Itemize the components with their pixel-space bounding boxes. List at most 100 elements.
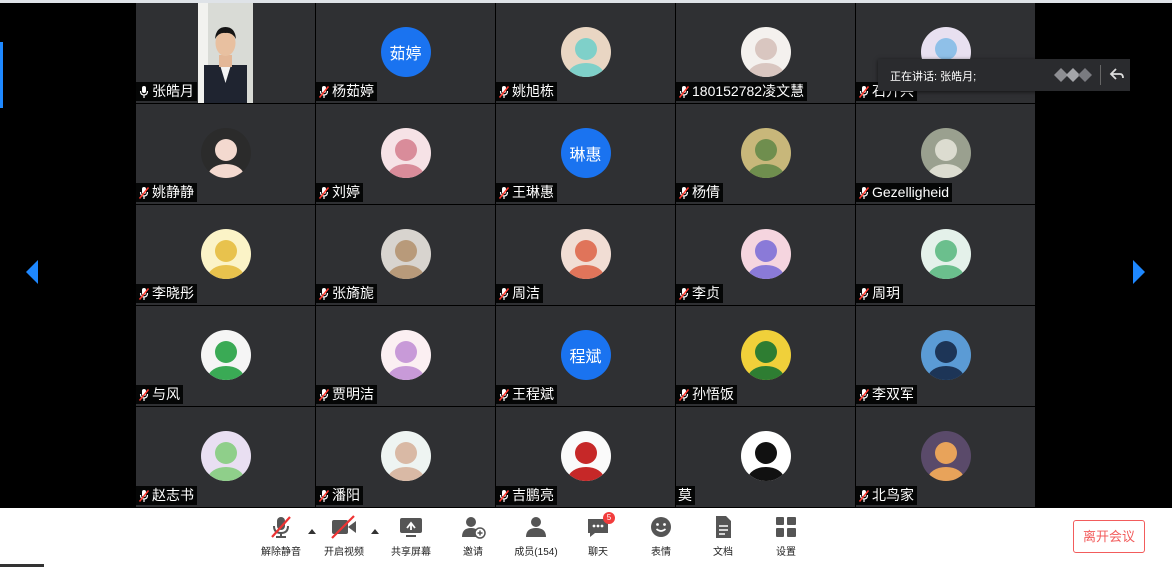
participant-tile[interactable]: 姚静静 <box>136 104 315 204</box>
members-button[interactable]: 成员(154) <box>501 514 571 564</box>
participant-tile[interactable]: 赵志书 <box>136 407 315 507</box>
mic-muted-icon <box>138 388 150 401</box>
start-video-label: 开启视频 <box>324 547 364 558</box>
participant-tile[interactable]: 刘婷 <box>316 104 495 204</box>
mic-muted-icon <box>318 388 330 401</box>
participant-avatar <box>740 27 791 77</box>
participant-tile[interactable]: 贾明洁 <box>316 306 495 406</box>
participant-name: 孙悟饭 <box>692 386 734 402</box>
mic-muted-icon <box>318 85 330 98</box>
participant-nametag: 北鸟家 <box>856 486 917 505</box>
unmute-label: 解除静音 <box>261 547 301 558</box>
participant-tile[interactable]: 北鸟家 <box>856 407 1035 507</box>
participant-tile[interactable]: 张旖旎 <box>316 205 495 305</box>
participant-nametag: 李贞 <box>676 284 723 303</box>
mic-muted-icon <box>858 489 870 502</box>
participant-avatar <box>560 229 611 279</box>
documents-label: 文档 <box>713 547 733 558</box>
share-screen-button[interactable]: 共享屏幕 <box>376 514 446 564</box>
participant-name: 张皓月 <box>152 83 194 99</box>
reactions-label: 表情 <box>651 547 671 558</box>
collapse-banner-icon[interactable] <box>1108 65 1126 83</box>
documents-button[interactable]: 文档 <box>688 514 758 564</box>
participant-avatar <box>380 229 431 279</box>
participant-tile[interactable]: 程斌 王程斌 <box>496 306 675 406</box>
active-speaker-banner: 正在讲话: 张皓月; <box>878 59 1130 91</box>
participant-tile[interactable]: 莫 <box>676 407 855 507</box>
participant-avatar <box>560 27 611 77</box>
participant-nametag: 姚旭栋 <box>496 82 557 101</box>
participant-nametag: 与风 <box>136 385 183 404</box>
participant-nametag: 吉鹏亮 <box>496 486 557 505</box>
participant-tile[interactable]: 琳惠 王琳惠 <box>496 104 675 204</box>
mic-muted-icon <box>138 489 150 502</box>
participant-nametag: Gezelligheid <box>856 183 953 202</box>
start-video-button[interactable]: 开启视频 <box>309 514 379 564</box>
mic-muted-icon <box>678 388 690 401</box>
participant-name: 李双军 <box>872 386 914 402</box>
participant-name: 180152782凌文慧 <box>692 83 805 99</box>
participant-tile[interactable]: 周洁 <box>496 205 675 305</box>
participant-nametag: 周洁 <box>496 284 543 303</box>
participant-tile[interactable]: 杨倩 <box>676 104 855 204</box>
mic-muted-icon <box>498 85 510 98</box>
unmute-button[interactable]: 解除静音 <box>246 514 316 564</box>
participant-avatar <box>740 229 791 279</box>
participant-tile[interactable]: 李双军 <box>856 306 1035 406</box>
mic-muted-icon <box>498 287 510 300</box>
mic-muted-icon <box>858 186 870 199</box>
participant-tile[interactable]: 李贞 <box>676 205 855 305</box>
participant-avatar <box>380 330 431 380</box>
participant-avatar <box>380 128 431 178</box>
layout-grid-icon <box>776 517 796 537</box>
invite-button[interactable]: 邀请 <box>438 514 508 564</box>
participant-avatar <box>200 229 251 279</box>
invite-user-icon <box>462 517 486 539</box>
participant-name: 北鸟家 <box>872 487 914 503</box>
mic-on-icon <box>139 85 149 98</box>
participant-name: 杨茹婷 <box>332 83 374 99</box>
participant-tile[interactable]: 180152782凌文慧 <box>676 3 855 103</box>
participant-nametag: 孙悟饭 <box>676 385 737 404</box>
mic-muted-icon <box>858 85 870 98</box>
participant-avatar <box>920 229 971 279</box>
participant-tile[interactable]: 吉鹏亮 <box>496 407 675 507</box>
members-icon <box>526 517 546 537</box>
participant-nametag: 刘婷 <box>316 183 363 202</box>
participant-tile[interactable]: 周玥 <box>856 205 1035 305</box>
participant-tile[interactable]: 孙悟饭 <box>676 306 855 406</box>
mic-muted-icon <box>498 186 510 199</box>
participant-avatar <box>200 128 251 178</box>
video-gallery: 张皓月 茹婷 杨茹婷 姚旭栋 180152782凌文慧 石开兴 姚静静 刘婷 琳惠 王琳惠 杨倩 Ge… <box>0 0 1172 508</box>
participant-tile[interactable]: 张皓月 <box>136 3 315 103</box>
participant-avatar <box>740 330 791 380</box>
participant-tile[interactable]: 潘阳 <box>316 407 495 507</box>
settings-button[interactable]: 设置 <box>751 514 821 564</box>
participant-avatar <box>920 330 971 380</box>
members-label: 成员(154) <box>514 547 558 558</box>
participant-avatar <box>740 128 791 178</box>
leave-meeting-button[interactable]: 离开会议 <box>1073 520 1145 553</box>
participant-initials-avatar: 程斌 <box>560 330 611 380</box>
participant-avatar <box>200 330 251 380</box>
chat-button[interactable]: 5 聊天 <box>563 512 633 564</box>
participant-tile[interactable]: 李晓彤 <box>136 205 315 305</box>
prev-page-icon[interactable] <box>24 259 40 285</box>
mic-muted-icon <box>138 287 150 300</box>
participant-name: 吉鹏亮 <box>512 487 554 503</box>
document-icon <box>716 516 731 538</box>
mic-muted-icon <box>318 287 330 300</box>
reactions-button[interactable]: 表情 <box>626 514 696 564</box>
participant-avatar <box>560 431 611 481</box>
participant-tile[interactable]: 与风 <box>136 306 315 406</box>
participant-tile[interactable]: 茹婷 杨茹婷 <box>316 3 495 103</box>
participant-tile[interactable]: Gezelligheid <box>856 104 1035 204</box>
video-off-icon <box>331 515 356 539</box>
participant-tile[interactable]: 姚旭栋 <box>496 3 675 103</box>
mic-muted-icon <box>498 489 510 502</box>
participant-nametag: 莫 <box>676 486 695 505</box>
share-screen-label: 共享屏幕 <box>391 547 431 558</box>
participant-nametag: 张旖旎 <box>316 284 377 303</box>
participant-initials-avatar: 茹婷 <box>380 27 431 77</box>
next-page-icon[interactable] <box>1131 259 1147 285</box>
